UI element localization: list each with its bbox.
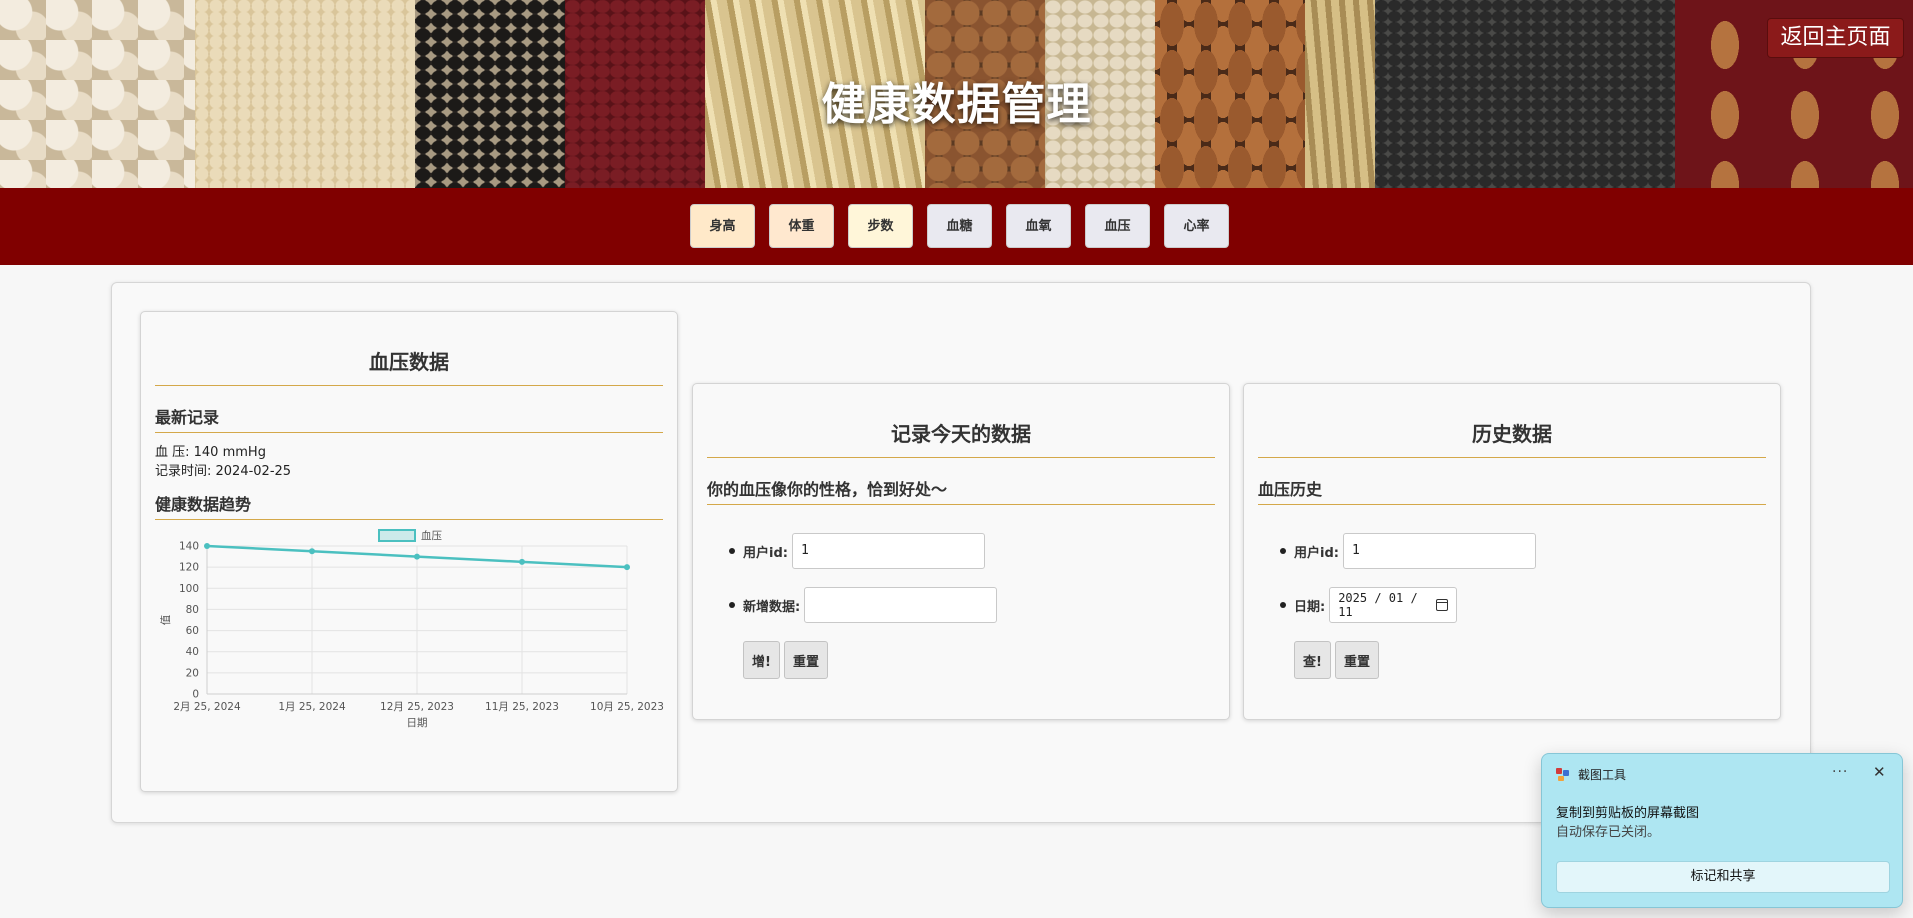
y-tick-label: 60 [186, 625, 199, 637]
history-card: 历史数据 血压历史 用户id: 1 日期: 2025 / 01 / 11 查! … [1243, 383, 1781, 720]
blood-pressure-trend-chart: 0 20 40 60 80 100 120 140 2月 25, 2024 1月 25, 2024… [159, 529, 664, 729]
calendar-icon[interactable] [1435, 599, 1449, 611]
user-id-row: 用户id: 1 [729, 533, 1215, 569]
data-card-title: 血压数据 [155, 346, 663, 386]
date-value: 2025 / 01 / 11 [1338, 591, 1418, 619]
data-point [519, 558, 525, 565]
main-container: 血压数据 最新记录 血 压: 140 mmHg 记录时间: 2024-02-25… [111, 282, 1811, 823]
nav-blood-pressure-button[interactable]: 血压 [1085, 204, 1150, 248]
page-title: 健康数据管理 [821, 79, 1092, 130]
legend-swatch [378, 529, 416, 542]
query-button[interactable]: 查! [1294, 641, 1331, 679]
bullet [1280, 548, 1286, 554]
nav-weight-button[interactable]: 体重 [769, 204, 834, 248]
toast-sub-message: 自动保存已关闭。 [1556, 825, 1661, 840]
latest-value: 血 压: 140 mmHg [155, 445, 266, 460]
x-tick-label: 11月 25, 2023 [485, 701, 559, 713]
toast-message: 复制到剪贴板的屏幕截图 [1556, 806, 1700, 821]
snipping-tool-icon [1556, 767, 1570, 782]
user-id-input[interactable]: 1 [791, 533, 985, 569]
date-row: 日期: 2025 / 01 / 11 [1280, 587, 1766, 623]
data-point [624, 564, 630, 571]
data-point [204, 543, 210, 549]
data-point [309, 548, 315, 555]
reset-button[interactable]: 重置 [783, 641, 828, 679]
nav-blood-sugar-button[interactable]: 血糖 [927, 204, 992, 248]
trend-heading: 健康数据趋势 [155, 491, 663, 520]
user-id-label: 用户id: [743, 545, 788, 561]
history-user-id-input[interactable]: 1 [1342, 533, 1536, 569]
more-options-icon[interactable]: ··· [1832, 764, 1848, 780]
data-point [414, 553, 420, 560]
x-tick-label: 10月 25, 2023 [590, 701, 664, 713]
y-tick-label: 80 [186, 604, 199, 616]
category-nav: 身高 体重 步数 血糖 血氧 血压 心率 [0, 188, 1913, 265]
latest-record-heading: 最新记录 [155, 404, 663, 433]
record-card-title: 记录今天的数据 [707, 418, 1215, 458]
new-data-input[interactable] [804, 587, 998, 623]
record-card-subtitle: 你的血压像你的性格，恰到好处～ [707, 476, 1215, 505]
record-today-card: 记录今天的数据 你的血压像你的性格，恰到好处～ 用户id: 1 新增数据: 增!… [692, 383, 1230, 720]
y-tick-label: 140 [179, 541, 199, 553]
header-banner: 健康数据管理 返回主页面 [0, 0, 1913, 188]
markup-and-share-button[interactable]: 标记和共享 [1556, 861, 1890, 893]
history-user-id-row: 用户id: 1 [1280, 533, 1766, 569]
y-tick-label: 120 [179, 562, 199, 574]
y-tick-label: 20 [186, 667, 199, 679]
bullet [729, 548, 735, 554]
y-axis-label: 值 [159, 614, 172, 625]
bullet [729, 602, 735, 608]
history-card-subtitle: 血压历史 [1258, 476, 1766, 505]
history-card-title: 历史数据 [1258, 418, 1766, 458]
history-user-id-label: 用户id: [1294, 545, 1339, 561]
nav-blood-oxygen-button[interactable]: 血氧 [1006, 204, 1071, 248]
legend-label: 血压 [421, 529, 442, 542]
toast-app-name: 截图工具 [1578, 768, 1627, 782]
x-tick-label: 12月 25, 2023 [380, 701, 454, 713]
nav-heart-rate-button[interactable]: 心率 [1164, 204, 1229, 248]
snipping-tool-notification: 截图工具 ··· ✕ 复制到剪贴板的屏幕截图 自动保存已关闭。 标记和共享 [1541, 753, 1903, 908]
history-reset-button[interactable]: 重置 [1334, 641, 1379, 679]
add-button[interactable]: 增! [743, 641, 780, 679]
date-input[interactable]: 2025 / 01 / 11 [1329, 587, 1458, 623]
y-tick-label: 100 [179, 583, 199, 595]
latest-time: 记录时间: 2024-02-25 [155, 464, 292, 479]
x-axis-label: 日期 [407, 717, 428, 729]
toast-app-header: 截图工具 [1556, 766, 1626, 783]
new-data-row: 新增数据: [729, 587, 1215, 623]
nav-height-button[interactable]: 身高 [690, 204, 755, 248]
date-label: 日期: [1294, 599, 1326, 615]
y-tick-label: 0 [192, 689, 199, 701]
bullet [1280, 602, 1286, 608]
back-to-main-button[interactable]: 返回主页面 [1767, 18, 1904, 58]
close-icon[interactable]: ✕ [1873, 763, 1886, 781]
nav-steps-button[interactable]: 步数 [848, 204, 913, 248]
y-tick-label: 40 [186, 646, 199, 658]
x-tick-label: 1月 25, 2024 [278, 701, 346, 713]
x-tick-label: 2月 25, 2024 [173, 701, 241, 713]
blood-pressure-data-card: 血压数据 最新记录 血 压: 140 mmHg 记录时间: 2024-02-25… [140, 311, 678, 792]
new-data-label: 新增数据: [743, 599, 801, 615]
